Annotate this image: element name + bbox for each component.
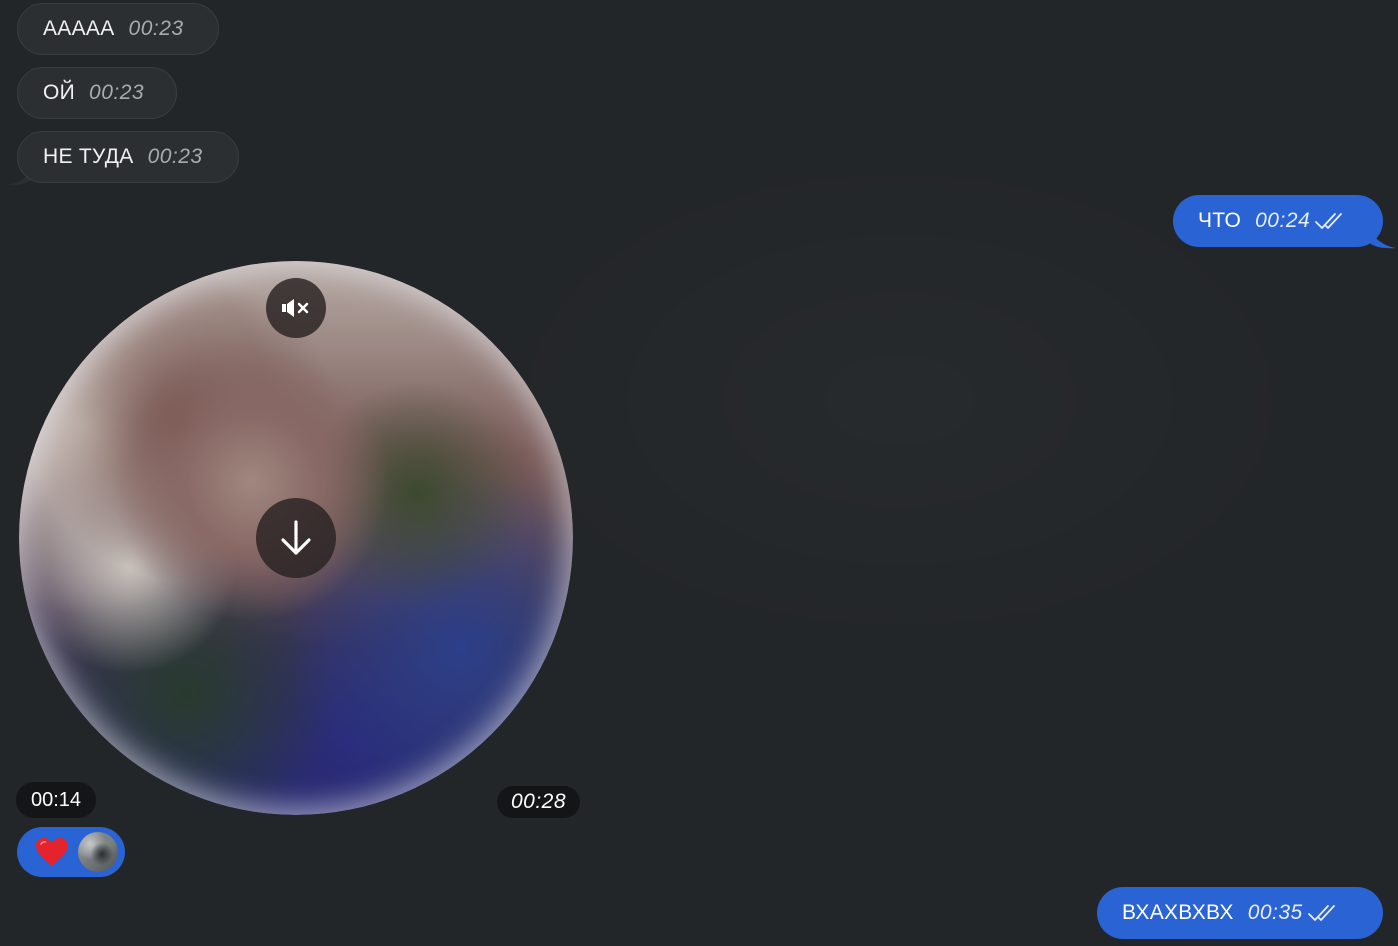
message-time: 00:23 [128, 17, 184, 40]
mute-button[interactable] [266, 278, 326, 338]
read-checkmarks-icon [1315, 213, 1343, 229]
message-text: ЧТО [1198, 209, 1242, 232]
message-time: 00:24 [1255, 209, 1311, 232]
arrow-down-icon [281, 520, 311, 555]
message-text: ААААА [43, 17, 115, 40]
read-checkmarks-icon [1307, 905, 1335, 921]
message-text: ОЙ [43, 81, 76, 104]
message-text: ВХАХВХВХ [1122, 901, 1234, 924]
message-incoming[interactable]: НЕ ТУДА 00:23 [17, 131, 239, 183]
message-incoming[interactable]: ААААА 00:23 [17, 3, 219, 55]
speaker-muted-icon [282, 299, 309, 317]
message-outgoing[interactable]: ЧТО 00:24 [1173, 195, 1383, 247]
message-time: 00:23 [147, 145, 203, 168]
video-time: 00:28 [497, 786, 580, 818]
red-heart-icon [36, 838, 68, 866]
message-outgoing[interactable]: ВХАХВХВХ 00:35 [1097, 887, 1383, 939]
message-time: 00:23 [89, 81, 145, 104]
reactor-avatar [78, 832, 118, 872]
download-button[interactable] [256, 498, 336, 578]
chat-area[interactable]: ААААА 00:23 ОЙ 00:23 НЕ ТУДА 00:23 ЧТО 0… [0, 0, 1398, 946]
message-time: 00:35 [1247, 901, 1303, 924]
message-text: НЕ ТУДА [43, 145, 134, 168]
reaction-badge[interactable] [17, 827, 125, 877]
message-incoming[interactable]: ОЙ 00:23 [17, 67, 177, 119]
video-duration: 00:14 [16, 782, 96, 818]
